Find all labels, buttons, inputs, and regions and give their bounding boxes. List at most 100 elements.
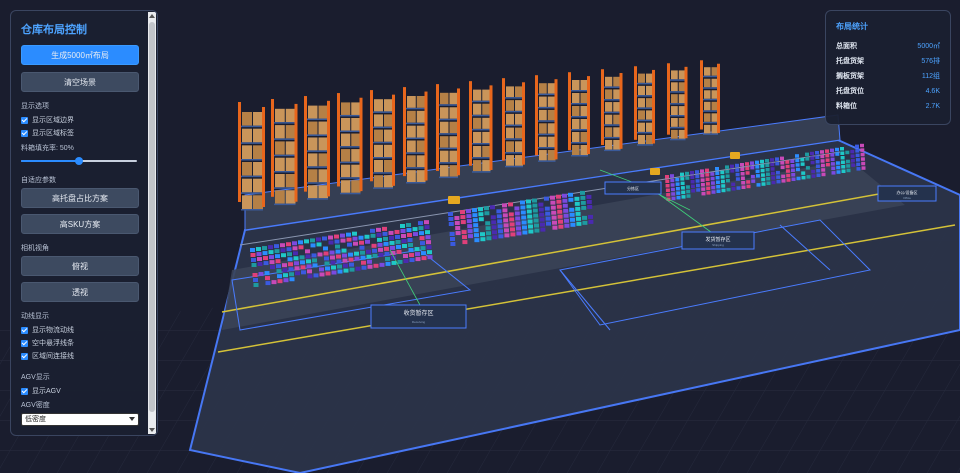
tote-bin — [576, 221, 582, 226]
tote-bin — [346, 237, 352, 242]
tote-bin — [395, 234, 400, 239]
slider-handle[interactable] — [75, 157, 83, 165]
tote-bin — [256, 247, 261, 252]
tote-bin — [415, 252, 420, 257]
tote-bin — [334, 234, 339, 239]
checkbox-show-zone-labels[interactable]: 显示区域标签 — [21, 127, 137, 140]
tote-bin — [795, 158, 800, 163]
tote-bin — [367, 264, 373, 269]
tote-bin — [265, 281, 271, 286]
scrollbar-thumb[interactable] — [149, 22, 155, 412]
tote-bin — [467, 224, 473, 229]
checkbox-show-agv[interactable]: 显示AGV — [21, 385, 137, 398]
tote-bin — [382, 231, 388, 236]
layout-control-panel: 仓库布局控制 生成5000㎡布局 清空场景 显示选项 显示区域边界 显示区域标签… — [10, 10, 158, 436]
tote-bin — [466, 219, 472, 224]
tote-bin — [419, 236, 425, 241]
tote-bin — [680, 172, 684, 177]
tote-bin — [504, 233, 510, 238]
tote-bin — [690, 184, 695, 188]
tote-bin — [346, 232, 351, 237]
tote-bin — [745, 166, 750, 171]
tote-bin — [420, 246, 426, 251]
generate-layout-button[interactable]: 生成5000㎡布局 — [21, 45, 139, 65]
fill-rate-slider[interactable] — [21, 156, 137, 166]
tote-bin — [695, 170, 699, 174]
tote-bin — [750, 174, 755, 179]
tote-bin — [751, 179, 756, 183]
tote-bin — [277, 274, 282, 279]
tote-bin — [282, 268, 288, 273]
tote-bin — [711, 185, 716, 190]
tote-bin — [400, 224, 405, 228]
tote-bin — [686, 189, 691, 194]
tote-bin — [258, 272, 264, 277]
panel-scrollbar[interactable] — [148, 12, 156, 434]
tote-bin — [421, 256, 427, 261]
agv-density-select[interactable]: 低密度 — [21, 413, 139, 426]
tote-bin — [424, 220, 429, 225]
perspective-view-button[interactable]: 透视 — [21, 282, 139, 302]
scroll-up-icon[interactable] — [149, 14, 155, 18]
tote-bin — [760, 164, 765, 168]
high-sku-plan-button[interactable]: 高SKU方案 — [21, 214, 139, 234]
tote-bin — [720, 175, 725, 179]
tote-bin — [286, 242, 291, 247]
tote-bin — [378, 252, 384, 257]
tote-bin — [830, 153, 835, 157]
tote-bin — [353, 241, 358, 246]
tote-bin — [324, 261, 330, 266]
tote-bin — [533, 218, 539, 223]
tote-bin — [580, 190, 585, 195]
tote-bin — [502, 208, 508, 213]
checkbox-zone-connections[interactable]: 区域间连接线 — [21, 350, 137, 363]
tote-bin — [675, 177, 680, 182]
tote-bin — [306, 264, 312, 269]
tote-bin — [755, 174, 760, 178]
tote-bin — [711, 190, 716, 194]
section-adaptive-params: 自适应参数 — [21, 177, 56, 184]
tote-bin — [252, 273, 258, 277]
checkbox-show-flow-lines[interactable]: 显示物流动线 — [21, 324, 137, 337]
tote-bin — [725, 169, 730, 174]
clear-scene-button[interactable]: 清空场景 — [21, 72, 139, 92]
tote-bin — [498, 234, 504, 239]
checkbox-floating-lines[interactable]: 空中悬浮线条 — [21, 337, 137, 350]
tote-bin — [372, 248, 377, 253]
tote-bin — [670, 178, 675, 183]
tote-bin — [586, 199, 592, 204]
tote-bin — [503, 223, 509, 228]
tote-bin — [352, 231, 357, 236]
checkbox-show-zone-borders[interactable]: 显示区域边界 — [21, 114, 137, 127]
tote-bin — [846, 168, 851, 173]
tote-bin — [750, 161, 754, 165]
tote-bin — [343, 263, 348, 268]
tote-bin — [262, 251, 268, 256]
tote-bin — [289, 272, 294, 277]
tote-bin — [552, 225, 558, 230]
tote-bin — [580, 195, 586, 200]
panel-title: 仓库布局控制 — [21, 24, 87, 36]
top-view-button[interactable]: 俯视 — [21, 256, 139, 276]
tote-bin — [448, 217, 454, 221]
tote-bin — [551, 215, 557, 220]
tote-bin — [389, 240, 395, 245]
tote-bin — [746, 180, 751, 184]
tote-bin — [551, 210, 557, 215]
tote-bin — [770, 171, 775, 176]
tote-bin — [330, 255, 335, 260]
tote-bin — [365, 239, 370, 244]
tote-bin — [800, 157, 805, 162]
tote-bin — [508, 212, 514, 217]
tote-bin — [557, 214, 563, 219]
tote-bin — [510, 227, 515, 232]
tote-bin — [741, 185, 746, 189]
tote-bin — [564, 223, 570, 228]
tote-bin — [540, 222, 545, 227]
scroll-down-icon[interactable] — [149, 428, 155, 432]
tote-bin — [415, 257, 421, 262]
tote-bin — [526, 199, 531, 204]
checkbox-icon — [21, 388, 28, 395]
high-pallet-plan-button[interactable]: 高托盘占比方案 — [21, 188, 139, 208]
tote-bin — [331, 265, 336, 270]
